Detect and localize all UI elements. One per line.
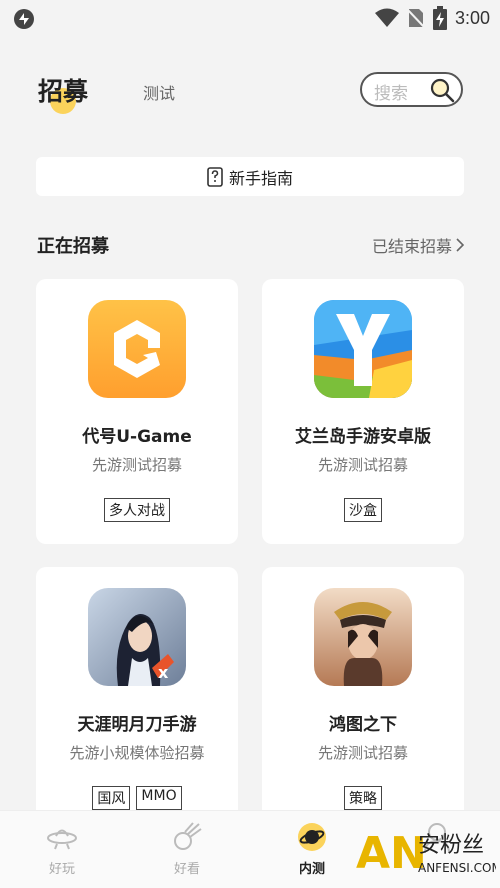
tianya-icon: x [88,588,186,686]
game-subtitle: 先游测试招募 [317,744,408,762]
game-name: 天涯明月刀手游 [77,715,197,735]
tab-recruit-label: 招募 [38,77,89,106]
u-game-icon [88,300,186,398]
svg-text:ANFENSI.COM: ANFENSI.COM [418,861,496,875]
search-input[interactable]: 搜索 [360,72,463,107]
app-icon [14,9,34,29]
ufo-icon [47,829,77,850]
game-subtitle: 先游小规模体验招募 [69,744,205,762]
nav-label: 好玩 [48,862,75,877]
no-sim-icon [406,8,425,29]
wifi-icon [374,8,399,27]
nav-item-fun[interactable]: 好玩 [22,811,102,888]
tag-list: 沙盒 [262,498,464,522]
nav-label: 内测 [298,862,325,877]
nav-label: 好看 [173,862,200,877]
ended-recruit-link[interactable]: 已结束招募 [372,233,464,257]
tab-recruit[interactable]: 招募 [38,72,88,108]
tag-list: 策略 [262,786,464,810]
svg-text:AN: AN [356,828,427,879]
guide-label: 新手指南 [228,168,293,188]
question-doc-icon [207,166,223,187]
nav-item-beta[interactable]: 内测 [272,811,352,888]
tag: MMO [136,786,182,810]
search-placeholder: 搜索 [374,84,408,104]
anfensi-watermark-logo: AN 安粉丝 ANFENSI.COM [356,828,496,879]
game-name: 鸿图之下 [329,715,397,735]
tag: 策略 [344,786,382,810]
clock: 3:00 [454,7,490,28]
svg-text:x: x [158,663,169,682]
nav-item-watch[interactable]: 好看 [147,811,227,888]
tab-test[interactable]: 测试 [143,80,175,104]
svg-text:安粉丝: 安粉丝 [418,833,484,858]
hongtu-icon [314,588,412,686]
top-header: 招募 测试 搜索 [0,60,500,120]
ended-recruit-label: 已结束招募 [371,237,452,256]
comet-icon [174,822,202,850]
game-subtitle: 先游测试招募 [317,456,408,474]
section-title: 正在招募 [37,236,109,257]
tag-list: 多人对战 [36,498,238,522]
tag: 国风 [92,786,131,810]
ylands-icon [314,300,412,398]
chevron-right-icon [456,238,464,252]
game-card[interactable]: 鸿图之下 先游测试招募 策略 [262,567,464,832]
planet-icon [298,823,326,851]
game-name: 代号U-Game [82,427,192,447]
game-subtitle: 先游测试招募 [91,456,182,474]
tag-list: 国风 MMO [36,786,238,810]
game-card[interactable]: 艾兰岛手游安卓版 先游测试招募 沙盒 [262,279,464,544]
tag: 多人对战 [104,498,170,522]
game-name: 艾兰岛手游安卓版 [295,427,431,447]
tag: 沙盒 [344,498,382,522]
battery-charging-icon [432,6,447,30]
game-card[interactable]: 代号U-Game 先游测试招募 多人对战 [36,279,238,544]
status-bar: 3:00 [0,0,500,36]
game-card[interactable]: x 天涯明月刀手游 先游小规模体验招募 国风 MMO [36,567,238,832]
beginner-guide-button[interactable]: 新手指南 [36,157,464,196]
search-icon[interactable] [429,77,455,103]
